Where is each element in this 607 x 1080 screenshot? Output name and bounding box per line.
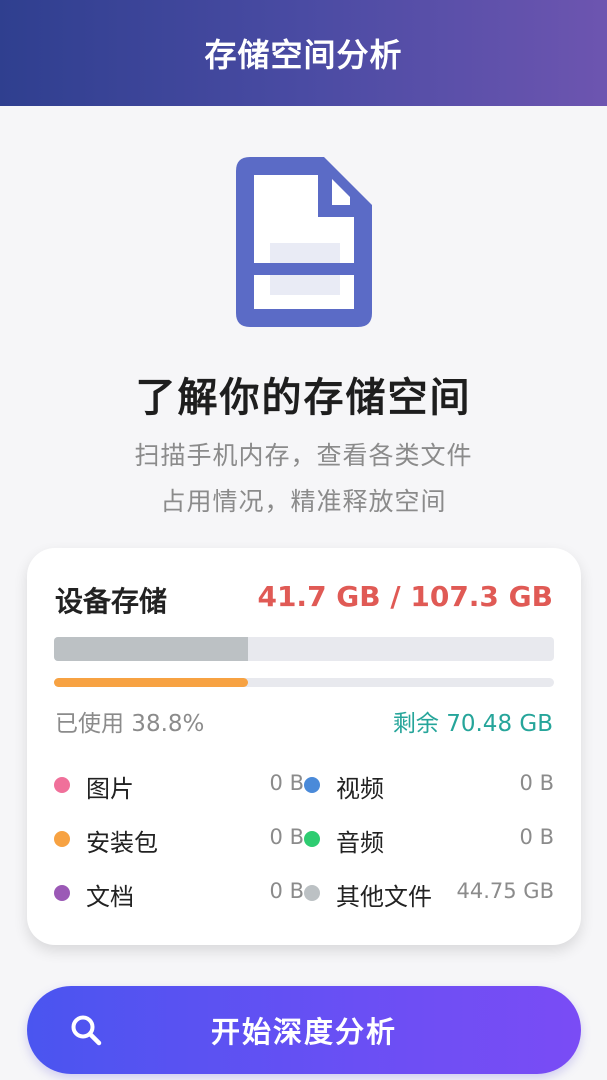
storage-usage-bar-fill	[54, 637, 248, 661]
category-size: 0 B	[269, 771, 304, 795]
category-name: 其他文件	[336, 883, 432, 911]
page-title: 存储空间分析	[204, 36, 403, 74]
category-dot-icon	[304, 777, 320, 793]
category-name: 安装包	[86, 829, 158, 857]
storage-usage-bar	[54, 637, 554, 661]
category-item-apks[interactable]: 安装包 0 B	[54, 823, 304, 857]
category-size: 0 B	[269, 879, 304, 903]
category-size: 44.75 GB	[456, 879, 554, 903]
category-size: 0 B	[519, 771, 554, 795]
app-header: 存储空间分析	[0, 0, 607, 106]
start-deep-analysis-label: 开始深度分析	[210, 1015, 397, 1049]
hero-subtitle-line2: 占用情况，精准释放空间	[160, 487, 447, 516]
category-item-documents[interactable]: 文档 0 B	[54, 877, 304, 911]
category-item-images[interactable]: 图片 0 B	[54, 769, 304, 803]
storage-usage-value: 41.7 GB / 107.3 GB	[257, 580, 553, 613]
hero-title: 了解你的存储空间	[135, 375, 472, 421]
category-dot-icon	[304, 831, 320, 847]
category-size: 0 B	[269, 825, 304, 849]
category-dot-icon	[54, 885, 70, 901]
category-name: 文档	[86, 883, 134, 911]
storage-card-title: 设备存储	[55, 585, 168, 618]
device-storage-card: 设备存储 41.7 GB / 107.3 GB 已使用 38.8% 剩余 70.…	[27, 548, 581, 945]
category-dot-icon	[304, 885, 320, 901]
remaining-space-label: 剩余 70.48 GB	[392, 711, 553, 737]
category-name: 图片	[86, 775, 134, 803]
category-item-other-files[interactable]: 其他文件 44.75 GB	[304, 877, 554, 911]
storage-progress-bar	[54, 678, 554, 687]
hero-subtitle-line1: 扫描手机内存，查看各类文件	[134, 441, 473, 470]
category-dot-icon	[54, 831, 70, 847]
used-percent-label: 已使用 38.8%	[55, 711, 205, 737]
document-icon	[236, 157, 372, 327]
category-item-audio[interactable]: 音频 0 B	[304, 823, 554, 857]
category-size: 0 B	[519, 825, 554, 849]
search-icon	[71, 1015, 102, 1046]
storage-progress-bar-fill	[54, 678, 248, 687]
start-deep-analysis-button[interactable]: 开始深度分析	[27, 986, 581, 1074]
category-dot-icon	[54, 777, 70, 793]
category-item-videos[interactable]: 视频 0 B	[304, 769, 554, 803]
category-name: 视频	[336, 775, 384, 803]
category-name: 音频	[336, 829, 384, 857]
